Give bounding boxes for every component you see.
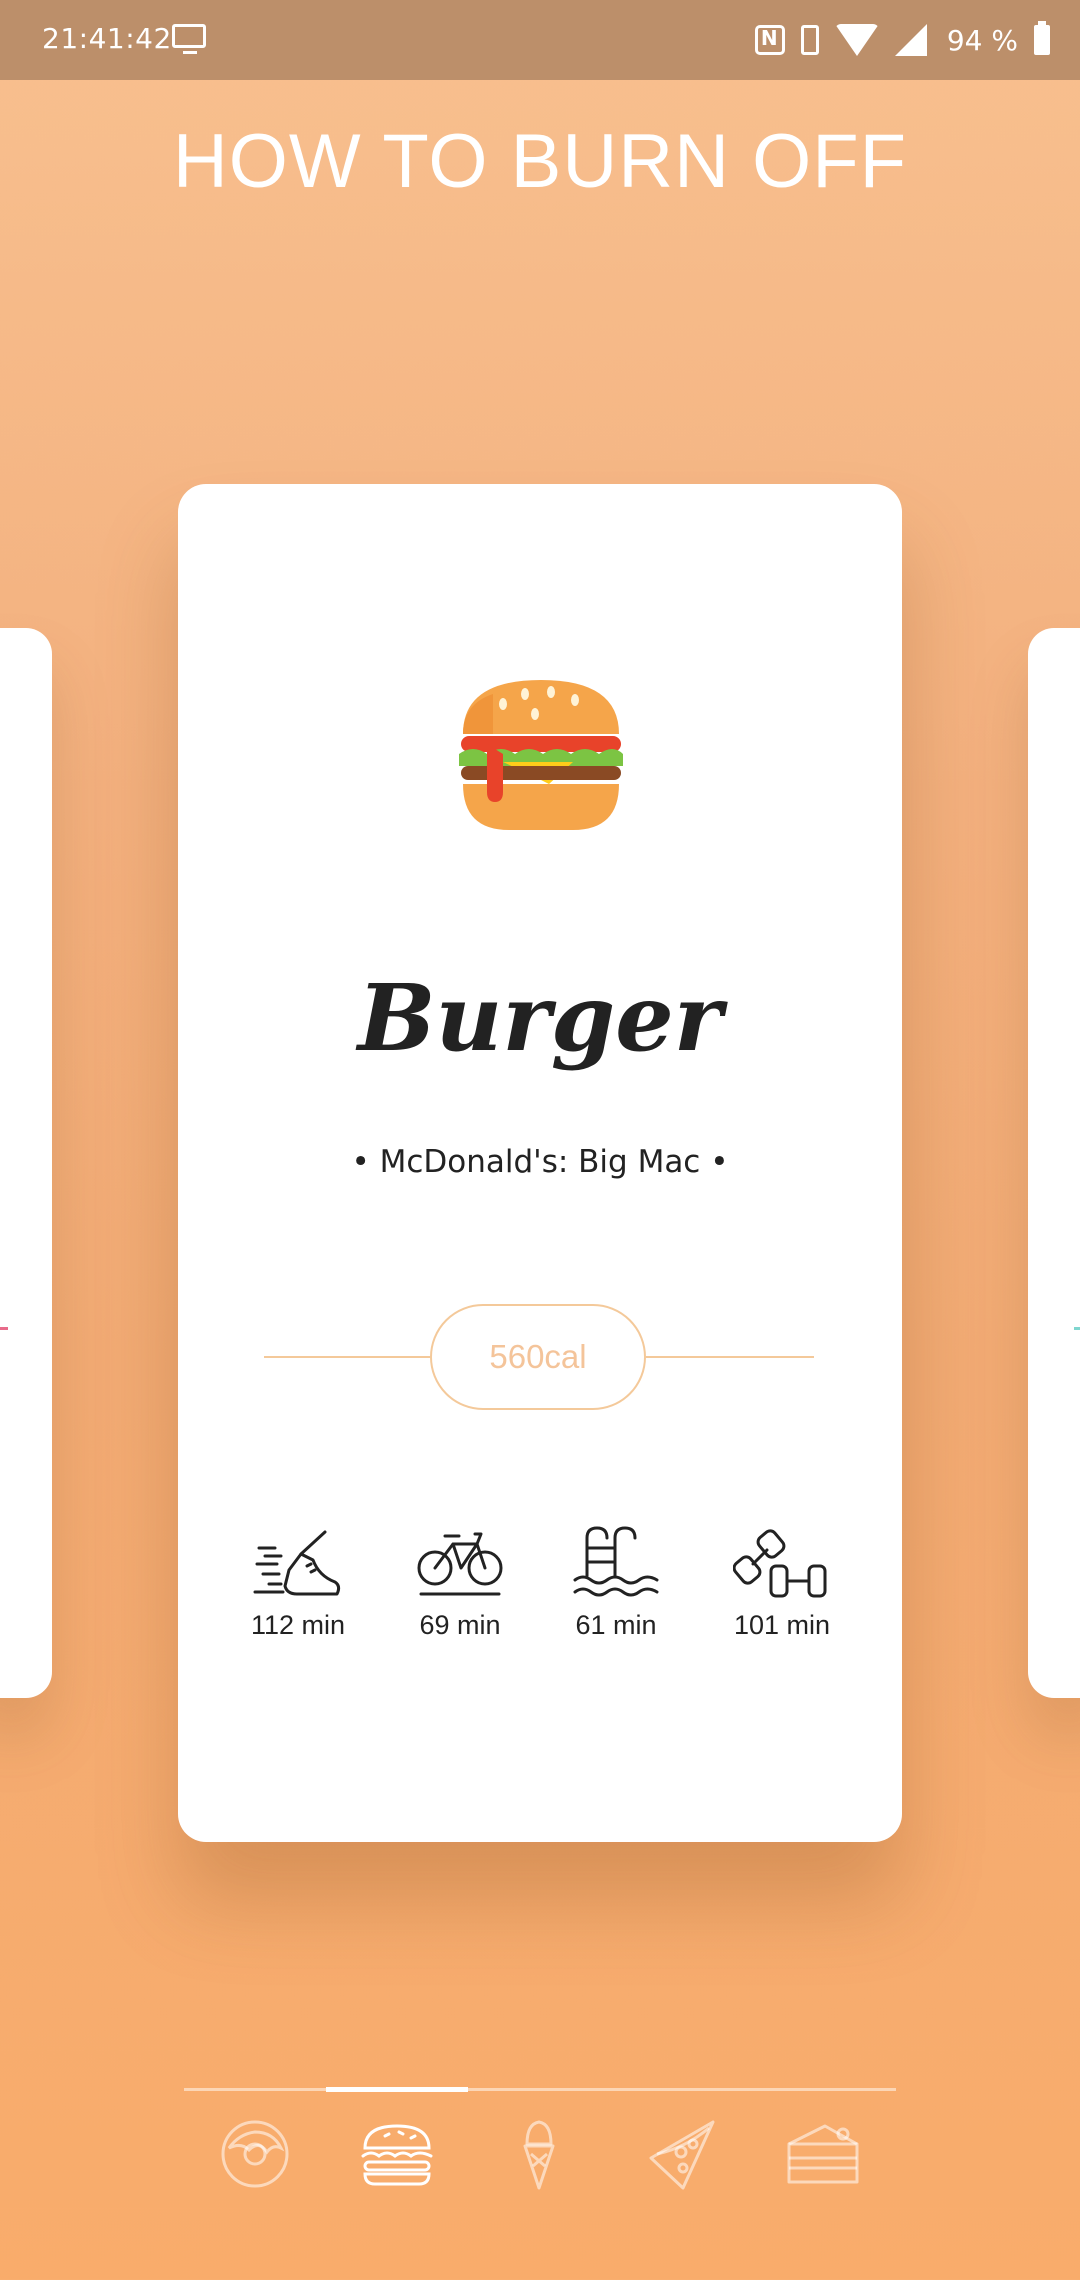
battery-icon [1034, 21, 1050, 55]
ice-cream-icon [523, 2120, 555, 2190]
dumbbell-icon [733, 1529, 827, 1598]
activity-weights-label: 101 min [733, 1610, 831, 1640]
nav-active-indicator [326, 2087, 468, 2092]
divider-right [646, 1356, 814, 1358]
nav-ice-cream[interactable] [468, 2114, 610, 2194]
activity-cycling: 69 min [390, 1524, 530, 1641]
page-title: HOW TO BURN OFF [172, 119, 908, 204]
food-card[interactable]: Burger • McDonald's: Big Mac • 560cal 11… [178, 484, 902, 1842]
nav-burger[interactable] [326, 2114, 468, 2194]
nav-track [184, 2088, 896, 2091]
cake-icon [787, 2124, 859, 2184]
cast-icon [172, 24, 206, 54]
swimming-pool-icon [573, 1526, 659, 1597]
status-time: 21:41:42 [42, 22, 172, 55]
status-bar: 21:41:42 94 % [0, 0, 1080, 80]
running-shoe-icon [253, 1530, 341, 1596]
activity-running-label: 112 min [250, 1610, 346, 1640]
activity-weights: 101 min [712, 1524, 852, 1641]
next-card[interactable] [1028, 628, 1080, 1698]
nav-donut[interactable] [184, 2114, 326, 2194]
next-card-mark [1074, 1327, 1080, 1330]
vibrate-icon [800, 25, 819, 55]
nav-pizza[interactable] [610, 2114, 752, 2194]
previous-card-mark [0, 1327, 8, 1330]
activity-swimming-label: 61 min [575, 1610, 657, 1640]
food-description: • McDonald's: Big Mac • [351, 1144, 729, 1180]
signal-icon [894, 24, 927, 56]
bottom-nav [184, 2087, 896, 2208]
battery-percent: 94 % [946, 23, 1018, 57]
divider-left [264, 1356, 430, 1358]
status-icons: 94 % [754, 18, 1050, 62]
activity-cycling-label: 69 min [419, 1610, 501, 1640]
activity-swimming: 61 min [546, 1524, 686, 1641]
nfc-icon [754, 25, 785, 55]
previous-card[interactable] [0, 628, 52, 1698]
wifi-icon [834, 24, 879, 56]
calories-badge: 560cal [430, 1304, 646, 1410]
burger-illustration-icon [459, 680, 623, 830]
activities-row: 112 min 69 min 61 min 101 min [178, 1524, 902, 1664]
donut-icon [221, 2120, 289, 2188]
bicycle-icon [417, 1532, 503, 1596]
nav-cake[interactable] [752, 2114, 894, 2194]
food-name: Burger [357, 964, 723, 1072]
activity-running: 112 min [228, 1524, 368, 1641]
burger-icon [361, 2124, 433, 2186]
pizza-icon [649, 2120, 715, 2190]
